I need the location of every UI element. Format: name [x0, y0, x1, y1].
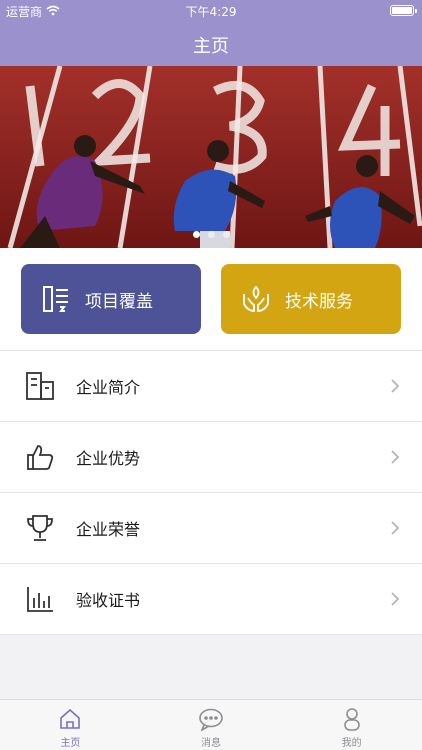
- building-icon: [22, 368, 58, 404]
- tech-service-label: 技术服务: [285, 291, 353, 312]
- chevron-right-icon: [388, 378, 402, 394]
- tech-service-button[interactable]: 技术服务: [221, 264, 401, 334]
- person-icon: [339, 706, 365, 732]
- banner-image: [0, 66, 422, 248]
- banner-carousel[interactable]: [0, 66, 422, 248]
- menu-item-label: 企业荣誉: [76, 520, 141, 539]
- page-title: 主页: [193, 36, 229, 57]
- tab-label: 消息: [201, 738, 221, 749]
- menu-item-company-honors[interactable]: 企业荣誉: [0, 493, 422, 564]
- carousel-dot[interactable]: [222, 231, 230, 238]
- trophy-icon: [22, 510, 58, 546]
- hands-leaf-icon: [239, 282, 273, 316]
- bar-chart-icon: [22, 581, 58, 617]
- status-time: 下午4:29: [185, 5, 237, 19]
- carousel-dots: [0, 231, 422, 238]
- project-coverage-button[interactable]: 项目覆盖: [21, 264, 201, 334]
- menu-item-company-advantages[interactable]: 企业优势: [0, 422, 422, 493]
- menu-item-label: 企业简介: [76, 378, 141, 397]
- document-list-icon: [39, 282, 73, 316]
- thumbs-up-icon: [22, 439, 58, 475]
- tab-label: 我的: [341, 738, 362, 749]
- menu-item-label: 企业优势: [76, 449, 141, 468]
- tab-home[interactable]: 主页: [0, 700, 141, 750]
- menu-list: 企业简介 企业优势 企业荣誉 验收证书: [0, 350, 422, 635]
- battery-icon: [390, 5, 417, 16]
- quick-actions: 项目覆盖 技术服务: [0, 248, 422, 350]
- chevron-right-icon: [388, 449, 402, 465]
- header-bar: 运营商 下午4:29 主页: [0, 0, 422, 66]
- menu-item-company-profile[interactable]: 企业简介: [0, 351, 422, 422]
- tab-profile[interactable]: 我的: [281, 700, 422, 750]
- carousel-dot[interactable]: [207, 231, 215, 238]
- menu-item-label: 验收证书: [76, 591, 141, 610]
- menu-item-acceptance-certificate[interactable]: 验收证书: [0, 564, 422, 635]
- carousel-dot[interactable]: [192, 231, 200, 238]
- chat-icon: [198, 706, 224, 732]
- chevron-right-icon: [388, 591, 402, 607]
- tab-label: 主页: [60, 738, 81, 749]
- project-coverage-label: 项目覆盖: [85, 291, 153, 312]
- status-bar: 运营商 下午4:29: [0, 0, 422, 22]
- tab-bar: 主页 消息 我的: [0, 699, 422, 750]
- tab-messages[interactable]: 消息: [141, 700, 282, 750]
- chevron-right-icon: [388, 520, 402, 536]
- home-icon: [57, 706, 83, 732]
